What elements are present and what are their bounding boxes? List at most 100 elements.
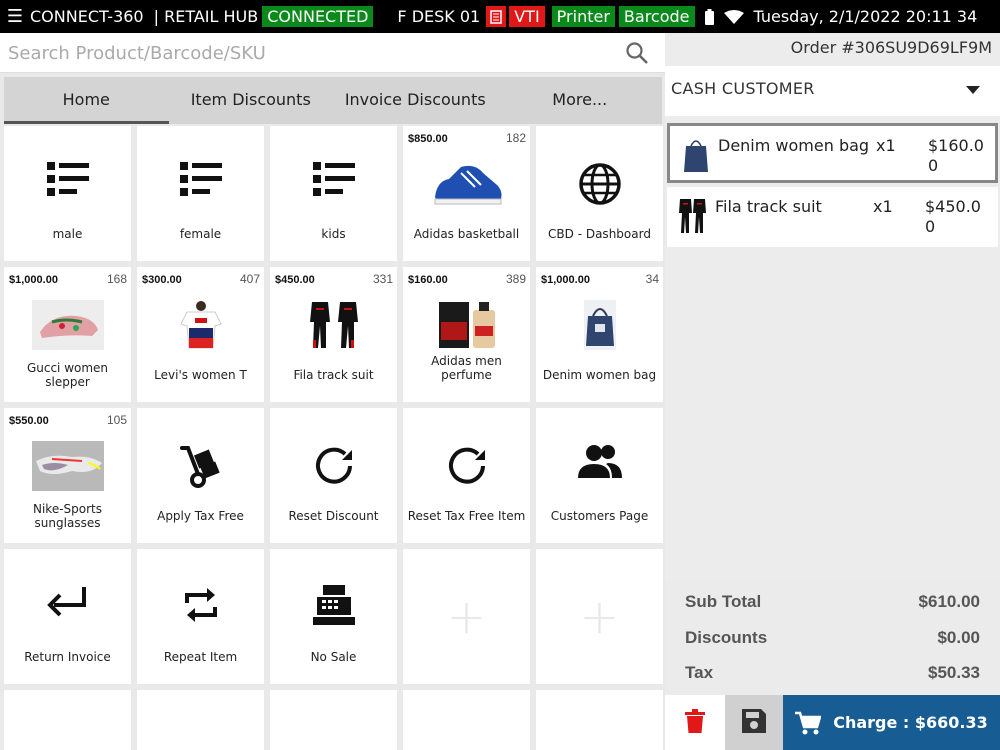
- tab-invoice-discounts[interactable]: Invoice Discounts: [333, 77, 498, 124]
- save-order-button[interactable]: [725, 695, 783, 750]
- subtotal-row: Sub Total $610.00: [685, 592, 980, 622]
- stock-count: 182: [505, 131, 526, 145]
- search-bar: [0, 33, 665, 73]
- desk-label: F DESK 01: [397, 7, 481, 26]
- tile-customers-page[interactable]: Customers Page: [536, 408, 663, 543]
- status-bar: ☰ CONNECT-360 | RETAIL HUB CONNECTED F D…: [0, 0, 1000, 33]
- tile-label: kids: [321, 227, 346, 241]
- order-totals: Sub Total $610.00 Discounts $0.00 Tax $5…: [665, 582, 1000, 694]
- tile-kids[interactable]: kids: [270, 126, 397, 261]
- product-price: $450.00: [275, 274, 315, 286]
- barcode-badge: Barcode: [618, 6, 695, 27]
- tile-empty-slot[interactable]: +: [536, 549, 663, 684]
- tile-empty-slot[interactable]: [4, 690, 131, 750]
- product-price: $1,000.00: [541, 274, 590, 286]
- hub-label: | RETAIL HUB: [153, 7, 259, 26]
- stock-count: 331: [372, 272, 393, 286]
- search-input[interactable]: [8, 39, 608, 67]
- order-panel: Order #306SU9D69LF9M CASH CUSTOMER Denim…: [665, 33, 1000, 750]
- tile-label: Levi's women T: [154, 368, 247, 382]
- order-number: Order #306SU9D69LF9M: [790, 38, 992, 57]
- discounts-row: Discounts $0.00: [685, 628, 980, 658]
- tile-label: Repeat Item: [163, 650, 238, 664]
- tile-return-invoice[interactable]: Return Invoice: [4, 549, 131, 684]
- tile-empty-slot[interactable]: +: [403, 549, 530, 684]
- product-price: $160.00: [408, 274, 448, 286]
- tile-label: Gucci women slepper: [26, 361, 109, 389]
- tile-empty-slot[interactable]: [270, 690, 397, 750]
- tax-row: Tax $50.33: [685, 663, 980, 693]
- refresh-icon: [403, 444, 530, 488]
- tile-label: Adidas men perfume: [431, 354, 502, 382]
- tile-label: Customers Page: [550, 509, 649, 523]
- order-actions: Charge : $660.33: [665, 695, 1000, 750]
- item-name: Fila track suit: [715, 197, 822, 216]
- tile-apply-tax-free[interactable]: Apply Tax Free: [137, 408, 264, 543]
- tab-home[interactable]: Home: [4, 77, 169, 124]
- hand-truck-icon: [137, 444, 264, 488]
- tile-label: Nike-Sports sunglasses: [32, 502, 102, 530]
- tile-denim-women-bag[interactable]: $1,000.00 34 Denim women bag: [536, 267, 663, 402]
- stock-count: 168: [106, 272, 127, 286]
- tile-adidas-men-perfume[interactable]: $160.00 389 Adidas men perfume: [403, 267, 530, 402]
- receipt-icon: [486, 6, 507, 27]
- tile-repeat-item[interactable]: Repeat Item: [137, 549, 264, 684]
- tile-label: Apply Tax Free: [157, 509, 244, 523]
- delete-order-button[interactable]: [665, 695, 725, 750]
- datetime: Tuesday, 2/1/2022 20:11 34: [753, 7, 978, 26]
- list-icon: [4, 162, 131, 196]
- vti-badge: VTI: [509, 6, 545, 27]
- chevron-down-icon[interactable]: [966, 86, 980, 94]
- product-price: $1,000.00: [9, 274, 58, 286]
- basketball-shoe-image: [431, 159, 503, 209]
- tile-reset-discount[interactable]: Reset Discount: [270, 408, 397, 543]
- tile-cbd-dashboard[interactable]: CBD - Dashboard: [536, 126, 663, 261]
- tile-reset-tax-free-item[interactable]: Reset Tax Free Item: [403, 408, 530, 543]
- search-icon[interactable]: [625, 41, 649, 69]
- list-icon: [270, 162, 397, 196]
- tax-label: Tax: [685, 663, 714, 682]
- item-qty: x1: [873, 197, 893, 216]
- tile-label: male: [52, 227, 83, 241]
- bag-thumbnail: [682, 136, 710, 174]
- stock-count: 105: [106, 413, 127, 427]
- tile-fila-track-suit[interactable]: $450.00 331 Fila track suit: [270, 267, 397, 402]
- bag-image: [564, 300, 636, 350]
- category-tabs: Home Item Discounts Invoice Discounts Mo…: [4, 77, 662, 124]
- printer-badge: Printer: [551, 6, 615, 27]
- tile-gucci-women-slepper[interactable]: $1,000.00 168 Gucci women slepper: [4, 267, 131, 402]
- tile-male[interactable]: male: [4, 126, 131, 261]
- tile-adidas-basketball[interactable]: $850.00 182 Adidas basketball: [403, 126, 530, 261]
- item-qty: x1: [876, 136, 896, 155]
- tile-label: No Sale: [310, 650, 357, 664]
- stock-count: 34: [645, 272, 659, 286]
- product-price: $850.00: [408, 133, 448, 145]
- tile-female[interactable]: female: [137, 126, 264, 261]
- discounts-label: Discounts: [685, 628, 768, 647]
- globe-icon: [536, 162, 663, 206]
- tile-empty-slot[interactable]: [403, 690, 530, 750]
- tile-empty-slot[interactable]: [137, 690, 264, 750]
- tracksuit-thumbnail: [679, 197, 707, 235]
- tile-label: Return Invoice: [24, 650, 111, 664]
- hamburger-menu-icon[interactable]: ☰: [0, 6, 30, 27]
- charge-button[interactable]: Charge : $660.33: [783, 695, 1000, 750]
- perfume-image: [431, 300, 503, 350]
- people-icon: [536, 444, 663, 480]
- wifi-icon: [723, 9, 744, 24]
- customer-selector[interactable]: CASH CUSTOMER: [665, 66, 1000, 116]
- tab-item-discounts[interactable]: Item Discounts: [169, 77, 334, 124]
- order-line-item[interactable]: Denim women bag x1 $160.00: [667, 123, 998, 183]
- order-line-item[interactable]: Fila track suit x1 $450.00: [667, 187, 998, 247]
- tile-levis-women-t[interactable]: $300.00 407 Levi's women T: [137, 267, 264, 402]
- tab-more[interactable]: More...: [498, 77, 663, 124]
- tshirt-image: [165, 300, 237, 350]
- tile-no-sale[interactable]: No Sale: [270, 549, 397, 684]
- slipper-image: [32, 300, 104, 350]
- list-icon: [137, 162, 264, 196]
- tracksuit-image: [298, 300, 370, 350]
- tile-empty-slot[interactable]: [536, 690, 663, 750]
- discounts-value: $0.00: [937, 628, 980, 647]
- connection-status-badge: CONNECTED: [262, 6, 374, 27]
- tile-nike-sports-sunglasses[interactable]: $550.00 105 Nike-Sports sunglasses: [4, 408, 131, 543]
